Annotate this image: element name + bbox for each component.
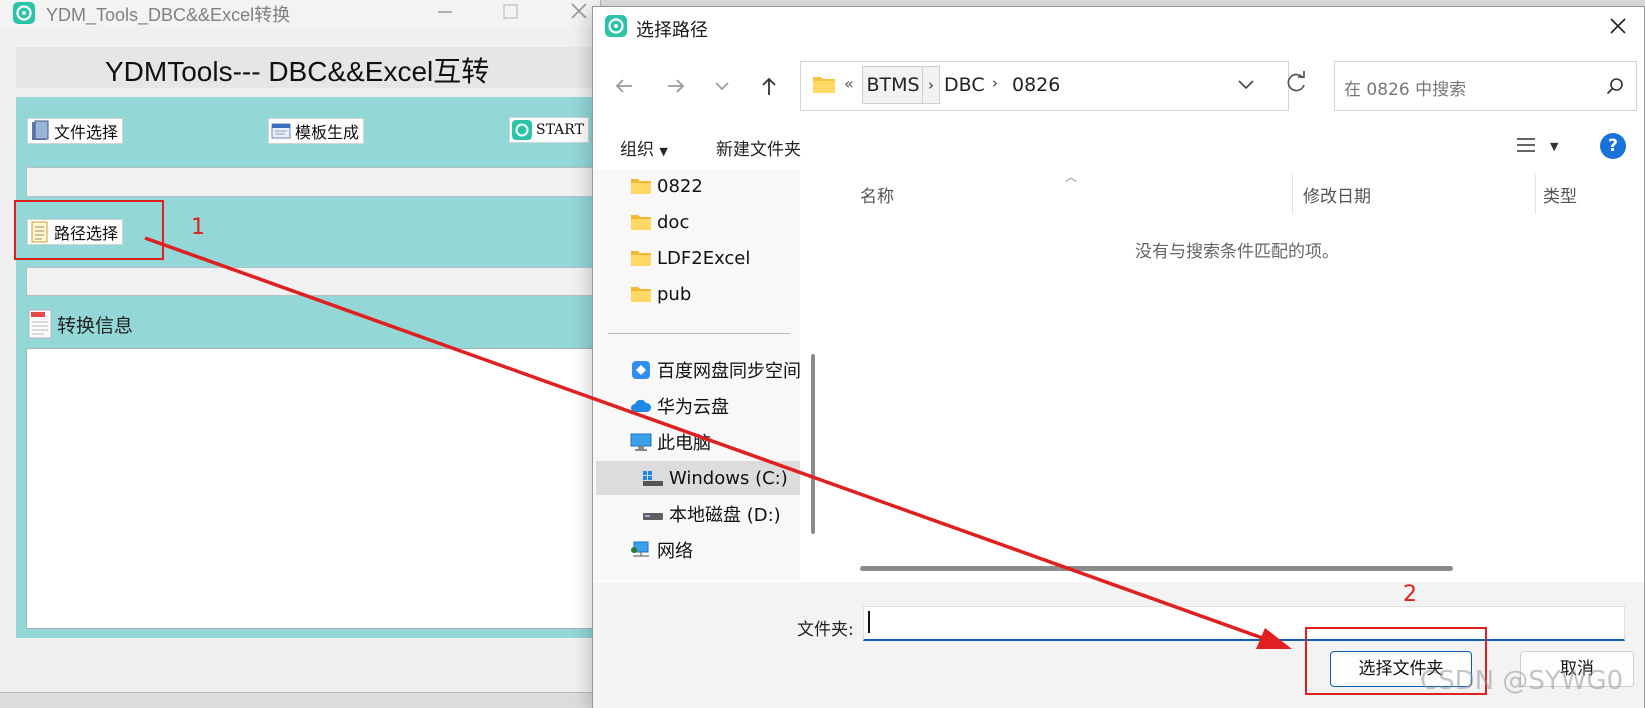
annotation-arrow: [144, 236, 1292, 649]
watermark: CSDN @SYWG0: [1420, 666, 1624, 696]
